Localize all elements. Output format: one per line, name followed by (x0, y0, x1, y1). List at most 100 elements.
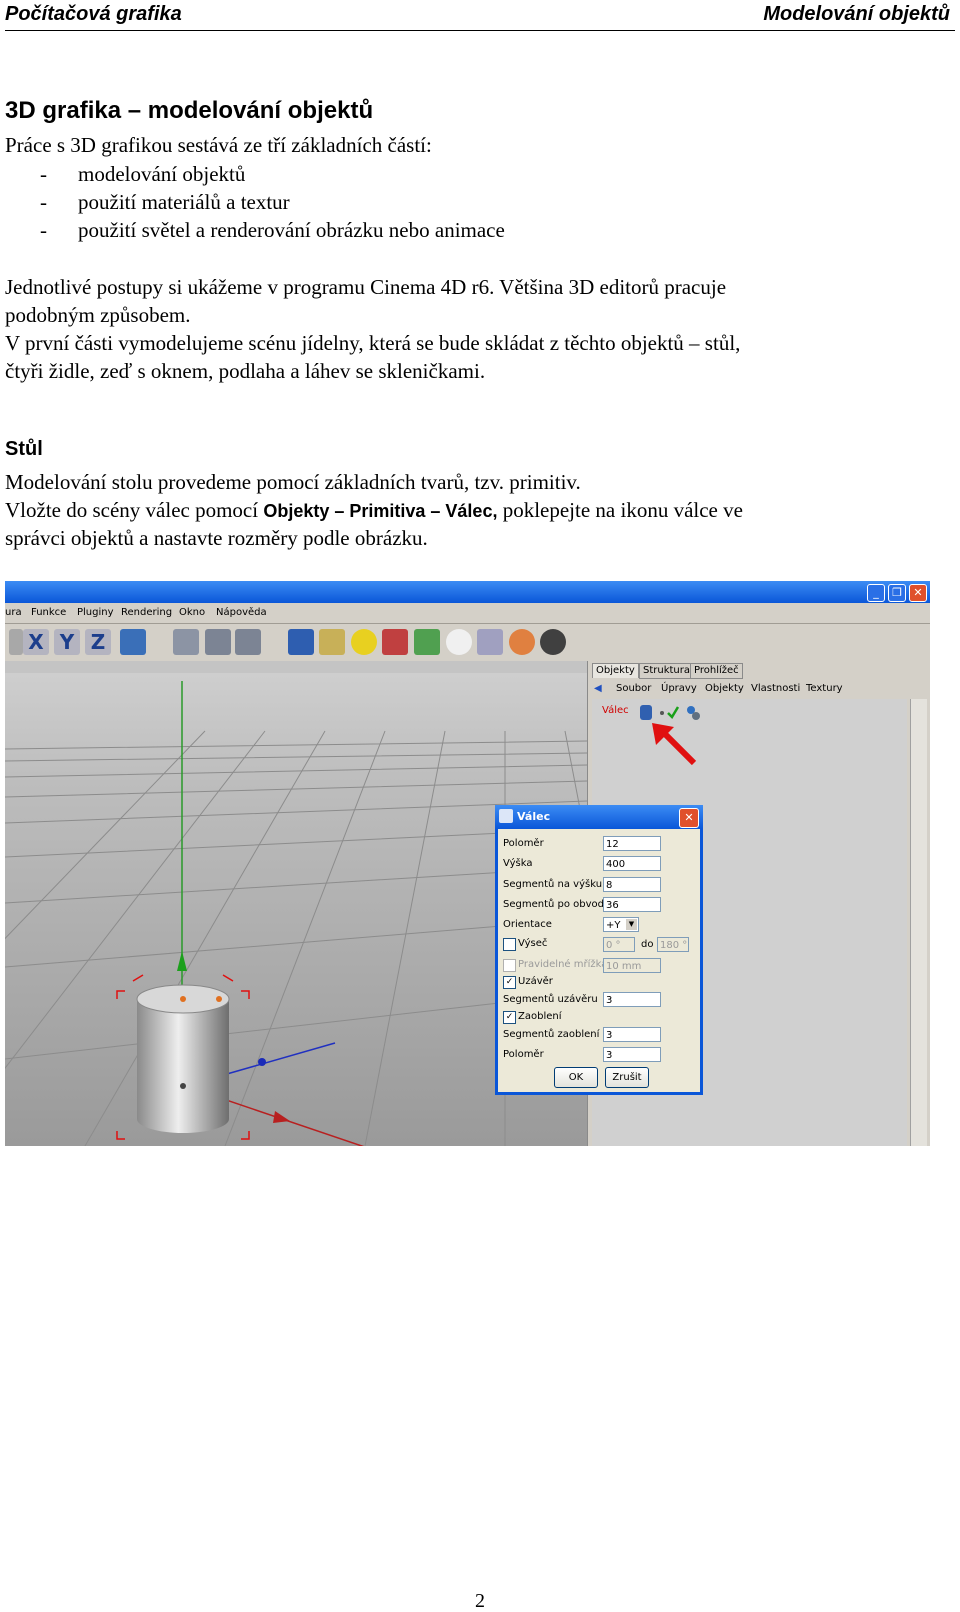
orientace-select[interactable]: +Y ▼ (603, 917, 639, 932)
vysec-to-field[interactable]: 180 ° (657, 937, 689, 952)
scrollbar[interactable] (910, 699, 927, 1146)
list-item: - použití světel a renderování obrázku n… (0, 216, 900, 245)
cylinder-dialog: Válec ✕ Poloměr 12 Výška 400 Segmentů na… (495, 805, 703, 1095)
paragraph-line: správci objektů a nastavte rozměry podle… (5, 526, 428, 550)
toolbar-icon[interactable] (9, 629, 23, 655)
spline-icon[interactable] (319, 629, 345, 655)
instruction-text: Vložte do scény válec pomocí (5, 498, 264, 522)
tab-struktura[interactable]: Struktura (639, 663, 695, 679)
field-label: Orientace (503, 919, 552, 930)
minimize-button[interactable]: _ (867, 584, 885, 602)
orientace-value: +Y (606, 920, 621, 931)
menu-item-okno[interactable]: Okno (179, 607, 205, 618)
cube-primitive-icon[interactable] (288, 629, 314, 655)
circle-spline-icon[interactable] (351, 629, 377, 655)
section-heading: 3D grafika – modelování objektů (5, 97, 374, 124)
instruction-line: Vložte do scény válec pomocí Objekty – P… (5, 496, 743, 526)
field-label: Výška (503, 858, 533, 869)
paragraph-line: čtyři židle, zeď s oknem, podlaha a láhe… (5, 359, 486, 383)
check-icon (667, 706, 680, 720)
segmentu-po-obvodu-field[interactable]: 36 (603, 897, 661, 912)
list-item-text: modelování objektů (78, 162, 246, 186)
om-menu-soubor[interactable]: Soubor (616, 683, 651, 694)
coordinate-system-icon[interactable] (120, 629, 146, 655)
field-label: Segmentů na výšku (503, 879, 603, 890)
light-icon[interactable] (446, 629, 472, 655)
segmentu-zaobleni-field[interactable]: 3 (603, 1027, 661, 1042)
document-header-chapter: Modelování objektů (763, 3, 950, 25)
menu-item-pluginy[interactable]: Pluginy (77, 607, 114, 618)
dialog-close-button[interactable]: ✕ (679, 808, 699, 828)
window-titlebar: _ ❐ ✕ (5, 581, 930, 603)
segmentu-uzaveru-field[interactable]: 3 (603, 992, 661, 1007)
cylinder-body (137, 999, 229, 1133)
radius-handle (216, 996, 222, 1002)
array-icon[interactable] (414, 629, 440, 655)
om-menu-vlastnosti[interactable]: Vlastnosti (751, 683, 800, 694)
visibility-dots-icon (660, 711, 664, 715)
field-label: Uzávěr (518, 976, 553, 987)
list-item-text: použití materiálů a textur (78, 190, 290, 214)
object-pivot (180, 1083, 186, 1089)
field-label: Segmentů uzávěru (503, 994, 598, 1005)
red-arrow-icon (652, 723, 697, 766)
list-item: - použití materiálů a textur (0, 188, 900, 217)
render-view-icon[interactable] (173, 629, 199, 655)
back-arrow-icon[interactable]: ◀ (594, 683, 602, 694)
phong-tag-icon (692, 712, 700, 720)
field-label: Výseč (518, 938, 548, 949)
subsection-heading: Stůl (5, 438, 43, 460)
vyska-field[interactable]: 400 (603, 856, 661, 871)
tab-objekty[interactable]: Objekty (592, 663, 639, 678)
om-menu-textury[interactable]: Textury (806, 683, 843, 694)
menu-bar: ura Funkce Pluginy Rendering Okno Nápově… (5, 603, 930, 624)
pravidelne-checkbox[interactable] (503, 959, 516, 972)
list-dash: - (40, 190, 47, 214)
dialog-titlebar: Válec ✕ (495, 805, 703, 829)
vysec-from-field[interactable]: 0 ° (603, 937, 635, 952)
render-picture-icon[interactable] (205, 629, 231, 655)
vysec-checkbox[interactable] (503, 938, 516, 951)
z-axis-lock-icon[interactable]: Z (85, 629, 111, 655)
paragraph-line: Modelování stolu provedeme pomocí základ… (5, 470, 581, 494)
chevron-down-icon: ▼ (626, 919, 637, 930)
zaobleni-checkbox[interactable]: ✓ (503, 1011, 516, 1024)
header-divider (5, 30, 955, 31)
tab-prohlizec[interactable]: Prohlížeč (690, 663, 743, 679)
menu-item[interactable]: ura (5, 607, 22, 618)
deformer-icon[interactable] (477, 629, 503, 655)
floor-icon[interactable] (509, 629, 535, 655)
nurbs-icon[interactable] (382, 629, 408, 655)
polomer-field[interactable]: 12 (603, 836, 661, 851)
close-button[interactable]: ✕ (909, 584, 927, 602)
uzaver-checkbox[interactable]: ✓ (503, 976, 516, 989)
camera-icon[interactable] (540, 629, 566, 655)
om-menu-upravy[interactable]: Úpravy (661, 683, 697, 694)
viewport-header (5, 661, 587, 673)
polomer-zaobleni-field[interactable]: 3 (603, 1047, 661, 1062)
toolbar: X Y Z (5, 624, 930, 660)
paragraph-line: V první části vymodelujeme scénu jídelny… (5, 331, 741, 355)
ok-button[interactable]: OK (554, 1067, 598, 1088)
intro-paragraph: Práce s 3D grafikou sestává ze tří zákla… (5, 133, 432, 157)
pravidelne-field[interactable]: 10 mm (603, 958, 661, 973)
field-label: Pravidelné mřížka (518, 959, 608, 970)
list-dash: - (40, 162, 47, 186)
y-axis-lock-icon[interactable]: Y (54, 629, 80, 655)
segmentu-na-vysku-field[interactable]: 8 (603, 877, 661, 892)
dialog-title: Válec (517, 810, 551, 823)
field-label: Segmentů po obvodu (503, 899, 611, 910)
x-axis-lock-icon[interactable]: X (23, 629, 49, 655)
menu-item-funkce[interactable]: Funkce (31, 607, 66, 618)
page-number: 2 (475, 1590, 485, 1612)
render-settings-icon[interactable] (235, 629, 261, 655)
cinema4d-screenshot: _ ❐ ✕ ura Funkce Pluginy Rendering Okno … (5, 581, 930, 1146)
paragraph-line: Jednotlivé postupy si ukážeme v programu… (5, 275, 727, 299)
menu-item-rendering[interactable]: Rendering (121, 607, 172, 618)
list-dash: - (40, 218, 47, 242)
om-menu-objekty[interactable]: Objekty (705, 683, 744, 694)
restore-button[interactable]: ❐ (888, 584, 906, 602)
menu-item-napoveda[interactable]: Nápověda (216, 607, 267, 618)
object-item-valec[interactable]: Válec (602, 705, 629, 716)
cancel-button[interactable]: Zrušit (605, 1067, 649, 1088)
